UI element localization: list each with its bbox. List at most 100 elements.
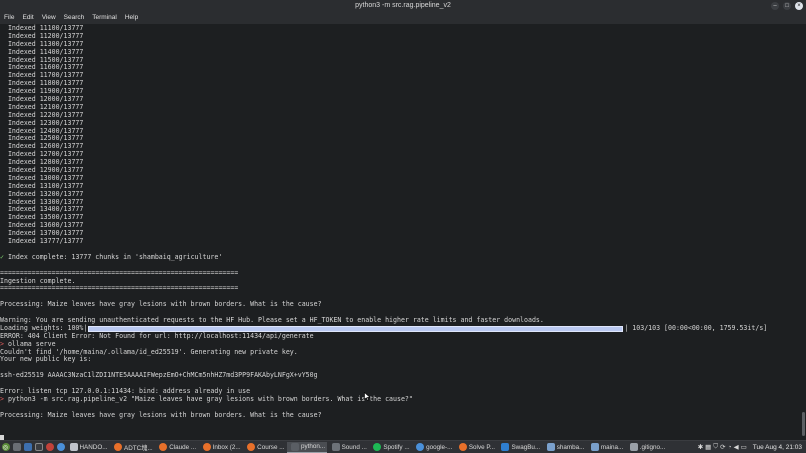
task-label: Course ... [257,443,285,451]
terminal-line: Indexed 12900/13777 [0,166,84,175]
menu-terminal[interactable]: Terminal [91,12,118,24]
window-title: python3 -m src.rag.pipeline_v2 [355,2,451,9]
window-titlebar[interactable]: python3 -m src.rag.pipeline_v2 – □ × [0,0,806,12]
terminal-line: Indexed 13000/13777 [0,173,84,182]
terminal-line: Indexed 12700/13777 [0,150,84,159]
scrollbar-thumb[interactable] [802,412,805,436]
terminal-line: Indexed 13600/13777 [0,221,84,230]
terminal-line: Indexed 12600/13777 [0,142,84,151]
terminal-line: Indexed 12100/13777 [0,102,84,111]
show-desktop-icon[interactable] [12,443,21,451]
terminal-line: Indexed 13200/13777 [0,189,84,198]
terminal-line: Indexed 13700/13777 [0,229,84,238]
terminal-line: Indexed 11500/13777 [0,55,84,64]
menu-search[interactable]: Search [63,12,86,24]
firefox-icon [247,443,256,451]
terminal-line: Indexed 11100/13777 [0,24,84,32]
editor-icon [629,443,638,451]
task-label: google-... [426,443,453,451]
system-tray: ✱ ▦ ⛉ ⟳ ◔ ◀ ▭ Tue Aug 4, 21:03 [698,443,806,451]
wifi-icon[interactable]: ◔ [728,444,732,451]
taskbar-task[interactable]: .gitigno... [626,442,667,453]
browser-launcher-icon[interactable] [56,443,65,451]
battery-icon[interactable]: ▭ [741,443,747,451]
terminal-line: Indexed 13100/13777 [0,181,84,190]
taskbar-task[interactable]: Course ... [244,442,287,453]
bluetooth-icon[interactable]: ✱ [698,443,703,451]
network-icon[interactable]: ▦ [705,443,711,451]
terminal-line: Indexed 11300/13777 [0,39,84,48]
taskbar-task[interactable]: Solve P... [455,442,497,453]
document-icon [69,443,78,451]
terminal-line: Indexed 11600/13777 [0,63,84,72]
volume-icon[interactable]: ◀ [734,443,739,451]
taskbar-task[interactable]: ADTC塊... [111,442,155,453]
terminal-line: Indexed 12400/13777 [0,126,84,135]
minimize-button[interactable]: – [771,2,779,10]
taskbar-task[interactable]: maina... [587,442,625,453]
terminal-line: Indexed 13400/13777 [0,205,84,214]
terminal-line: Indexed 11800/13777 [0,79,84,88]
taskbar-task[interactable]: Claude ... [156,442,198,453]
firefox-icon [202,443,211,451]
taskbar-task[interactable]: google-... [413,442,455,453]
taskbar-task[interactable]: Inbox (2... [199,442,243,453]
terminal-line: Indexed 11700/13777 [0,71,84,80]
separator-rule: ========================================… [0,284,239,293]
command-text: ollama serve [3,339,56,348]
menu-view[interactable]: View [41,12,57,24]
index-complete-line: ✓ Index complete: 13777 chunks in 'shamb… [0,252,800,262]
taskbar: ◎ HANDO... ADTC塊... Claude ... Inbox (2.… [0,440,806,453]
shield-icon[interactable]: ⛉ [713,443,718,451]
terminal-line: Indexed 13300/13777 [0,197,84,206]
terminal-line: Indexed 11900/13777 [0,87,84,96]
menu-help[interactable]: Help [124,12,139,24]
index-complete-text: Index complete: 13777 chunks in 'shambai… [3,252,223,261]
terminal-line: Indexed 13500/13777 [0,213,84,222]
file-manager-icon[interactable] [23,443,32,451]
task-label: .gitigno... [639,443,666,451]
command-line: > python3 -m src.rag.pipeline_v2 "Maize … [0,394,800,404]
mouse-pointer-icon [364,392,371,401]
taskbar-task[interactable]: Spotify ... [370,442,412,453]
spotify-icon [373,443,382,451]
update-icon[interactable]: ⟳ [720,443,725,451]
terminal-line: Indexed 12500/13777 [0,134,84,143]
task-label: SwagBu... [511,443,541,451]
taskbar-task[interactable]: HANDO... [66,442,110,453]
firefox-icon [114,443,122,451]
public-key: ssh-ed25519 AAAAC3NzaC1lZDI1NTE5AAAAIFWe… [0,371,318,380]
folder-icon [590,443,599,451]
maximize-button[interactable]: □ [783,2,791,10]
sound-icon [331,443,340,451]
terminal-scrollbar[interactable] [800,24,806,440]
app-launcher-icon[interactable] [45,443,54,451]
taskbar-task[interactable]: Sound ... [328,442,369,453]
terminal-launcher-icon[interactable] [34,443,43,451]
loading-stats: | 103/103 [00:00<00:00, 1759.53it/s] [624,323,768,332]
command-text: python3 -m src.rag.pipeline_v2 "Maize le… [3,394,413,403]
menu-launcher-icon[interactable]: ◎ [1,443,10,451]
taskbar-task[interactable]: SwagBu... [498,442,542,453]
taskbar-task-active[interactable]: python... [287,441,328,453]
firefox-icon [159,443,168,451]
output-line: Your new public key is: [0,355,92,364]
terminal-line: Indexed 11400/13777 [0,47,84,56]
terminal-output[interactable]: Indexed 11100/13777 Indexed 11200/13777 … [0,24,800,440]
task-label: HANDO... [79,443,108,451]
terminal-line: Indexed 12200/13777 [0,110,84,119]
task-label: Sound ... [341,443,367,451]
task-label: Claude ... [169,443,197,451]
clock[interactable]: Tue Aug 4, 21:03 [753,444,802,451]
processing-line: Processing: Maize leaves have gray lesio… [0,300,322,309]
menu-file[interactable]: File [3,12,15,24]
task-label: maina... [600,443,624,451]
close-button[interactable]: × [795,2,803,10]
menu-edit[interactable]: Edit [21,12,34,24]
taskbar-task[interactable]: shamba... [543,442,586,453]
task-label: shamba... [556,443,585,451]
task-label: Spotify ... [383,443,410,451]
task-label: python... [300,443,326,450]
terminal-line: Indexed 12800/13777 [0,158,84,167]
chrome-icon [416,443,425,451]
